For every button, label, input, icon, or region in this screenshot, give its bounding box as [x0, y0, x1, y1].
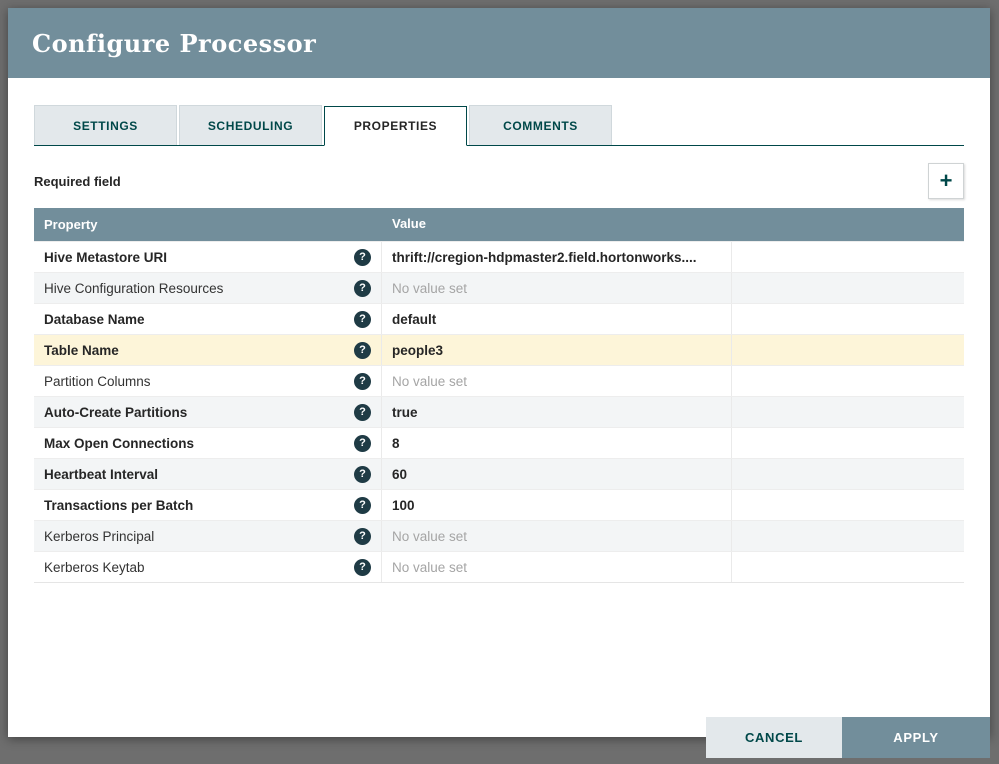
property-name: Table Name [44, 343, 119, 358]
add-property-button[interactable]: + [928, 163, 964, 199]
property-name-cell: Kerberos Principal? [34, 521, 382, 551]
property-name-cell: Table Name? [34, 335, 382, 365]
property-value[interactable]: default [382, 304, 732, 334]
empty-cell [732, 335, 964, 365]
property-name-cell: Partition Columns? [34, 366, 382, 396]
property-name: Max Open Connections [44, 436, 194, 451]
property-value[interactable]: No value set [382, 273, 732, 303]
table-row: Kerberos Keytab?No value set [34, 551, 964, 582]
property-value[interactable]: No value set [382, 552, 732, 582]
dialog-body: SETTINGS SCHEDULING PROPERTIES COMMENTS … [8, 105, 990, 764]
property-name: Hive Metastore URI [44, 250, 167, 265]
table-body: Hive Metastore URI?thrift://cregion-hdpm… [34, 241, 964, 582]
tab-scheduling[interactable]: SCHEDULING [179, 105, 322, 145]
property-name: Transactions per Batch [44, 498, 193, 513]
dialog-footer: CANCEL APPLY [706, 717, 990, 758]
configure-processor-dialog: Configure Processor SETTINGS SCHEDULING … [8, 8, 990, 737]
table-row: Table Name?people3 [34, 334, 964, 365]
property-value[interactable]: people3 [382, 335, 732, 365]
table-row: Heartbeat Interval?60 [34, 458, 964, 489]
property-name-cell: Hive Configuration Resources? [34, 273, 382, 303]
empty-cell [732, 366, 964, 396]
help-icon[interactable]: ? [354, 404, 371, 421]
property-name: Partition Columns [44, 374, 151, 389]
apply-button[interactable]: APPLY [842, 717, 990, 758]
help-icon[interactable]: ? [354, 249, 371, 266]
help-icon[interactable]: ? [354, 280, 371, 297]
empty-cell [732, 397, 964, 427]
empty-cell [732, 459, 964, 489]
property-name-cell: Transactions per Batch? [34, 490, 382, 520]
property-name: Kerberos Keytab [44, 560, 145, 575]
empty-cell [732, 490, 964, 520]
table-row: Hive Configuration Resources?No value se… [34, 272, 964, 303]
property-name: Hive Configuration Resources [44, 281, 223, 296]
property-value[interactable]: No value set [382, 521, 732, 551]
help-icon[interactable]: ? [354, 435, 371, 452]
table-row: Auto-Create Partitions?true [34, 396, 964, 427]
empty-cell [732, 304, 964, 334]
help-icon[interactable]: ? [354, 528, 371, 545]
property-value[interactable]: true [382, 397, 732, 427]
property-value[interactable]: No value set [382, 366, 732, 396]
empty-cell [732, 242, 964, 272]
property-name-cell: Max Open Connections? [34, 428, 382, 458]
table-toolbar: Required field + [34, 162, 964, 200]
column-header-empty [732, 208, 964, 241]
table-row: Kerberos Principal?No value set [34, 520, 964, 551]
property-name: Kerberos Principal [44, 529, 154, 544]
help-icon[interactable]: ? [354, 497, 371, 514]
cancel-button[interactable]: CANCEL [706, 717, 842, 758]
empty-cell [732, 273, 964, 303]
help-icon[interactable]: ? [354, 373, 371, 390]
property-name-cell: Heartbeat Interval? [34, 459, 382, 489]
dialog-header: Configure Processor [8, 8, 990, 78]
empty-cell [732, 521, 964, 551]
properties-table: Property Value Hive Metastore URI?thrift… [34, 208, 964, 583]
property-name-cell: Hive Metastore URI? [34, 242, 382, 272]
required-field-label: Required field [34, 174, 121, 189]
table-row: Max Open Connections?8 [34, 427, 964, 458]
help-icon[interactable]: ? [354, 342, 371, 359]
property-name-cell: Auto-Create Partitions? [34, 397, 382, 427]
table-row: Database Name?default [34, 303, 964, 334]
empty-cell [732, 428, 964, 458]
property-value[interactable]: 60 [382, 459, 732, 489]
property-name-cell: Database Name? [34, 304, 382, 334]
property-name: Database Name [44, 312, 145, 327]
table-row: Partition Columns?No value set [34, 365, 964, 396]
help-icon[interactable]: ? [354, 466, 371, 483]
tab-bar: SETTINGS SCHEDULING PROPERTIES COMMENTS [34, 105, 964, 146]
empty-cell [732, 552, 964, 582]
property-value[interactable]: 100 [382, 490, 732, 520]
dialog-title: Configure Processor [32, 29, 316, 58]
table-row: Hive Metastore URI?thrift://cregion-hdpm… [34, 241, 964, 272]
help-icon[interactable]: ? [354, 559, 371, 576]
property-value[interactable]: thrift://cregion-hdpmaster2.field.horton… [382, 242, 732, 272]
property-name: Heartbeat Interval [44, 467, 158, 482]
tab-settings[interactable]: SETTINGS [34, 105, 177, 145]
tab-comments[interactable]: COMMENTS [469, 105, 612, 145]
column-header-value: Value [382, 208, 732, 241]
property-value[interactable]: 8 [382, 428, 732, 458]
table-header-row: Property Value [34, 208, 964, 241]
help-icon[interactable]: ? [354, 311, 371, 328]
table-row: Transactions per Batch?100 [34, 489, 964, 520]
plus-icon: + [940, 170, 953, 192]
tab-properties[interactable]: PROPERTIES [324, 106, 467, 146]
property-name-cell: Kerberos Keytab? [34, 552, 382, 582]
column-header-property: Property [34, 208, 382, 241]
property-name: Auto-Create Partitions [44, 405, 187, 420]
